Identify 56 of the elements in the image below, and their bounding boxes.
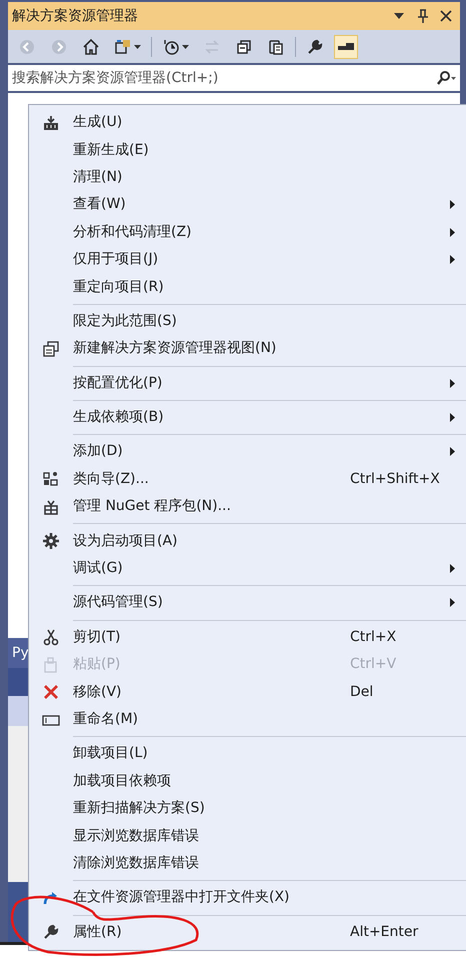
sync-arrows-icon — [203, 38, 221, 56]
menu-item[interactable]: 加载项目依赖项 — [29, 768, 466, 795]
caret-icon — [182, 44, 189, 48]
menu-item[interactable]: 重定向项目(R) — [29, 273, 466, 301]
menu-item[interactable]: 限定为此范围(S) — [29, 308, 466, 336]
scissors-icon — [42, 628, 60, 646]
menu-item[interactable]: 重新扫描解决方案(S) — [29, 794, 466, 822]
menu-item[interactable]: 分析和代码清理(Z) — [29, 218, 466, 246]
package-icon — [42, 498, 60, 516]
side-tab[interactable]: Py — [8, 638, 28, 668]
collapse-icon — [235, 38, 253, 56]
folder-sync-icon — [114, 38, 132, 56]
menu-item[interactable]: 清除浏览数据库错误 — [29, 850, 466, 878]
menu-item[interactable]: 仅用于项目(J) — [29, 246, 466, 274]
home-icon — [82, 38, 100, 56]
menu-item[interactable]: 移除(V) Del — [29, 678, 466, 706]
copy-pages-icon — [267, 38, 285, 56]
close-icon[interactable] — [440, 10, 452, 22]
menu-item[interactable]: 生成依赖项(B) — [29, 404, 466, 432]
menu-item[interactable]: 查看(W) — [29, 191, 466, 219]
gear-icon — [42, 532, 60, 550]
menu-item[interactable]: 剪切(T) Ctrl+X — [29, 624, 466, 652]
class-wizard-icon — [42, 470, 60, 488]
search-field[interactable]: 搜索解决方案资源管理器(Ctrl+;) — [8, 65, 460, 91]
cross-icon — [42, 683, 60, 702]
forward-icon — [50, 38, 68, 56]
menu-item[interactable]: 清理(N) — [29, 164, 466, 192]
new-view-icon — [42, 340, 60, 358]
menu-item[interactable]: 卸载项目(L) — [29, 740, 466, 768]
menu-item[interactable]: 按配置优化(P) — [29, 370, 466, 397]
menu-item[interactable]: 生成(U) — [29, 109, 466, 136]
back-icon — [18, 38, 36, 56]
clock-icon — [162, 38, 180, 56]
menu-item[interactable]: 源代码管理(S) — [29, 589, 466, 617]
panel-strip — [8, 668, 28, 696]
menu-item[interactable]: 在文件资源管理器中打开文件夹(X) — [29, 884, 466, 912]
caret-icon — [134, 44, 141, 48]
build-icon — [42, 114, 60, 132]
menu-item[interactable]: 属性(R) Alt+Enter — [29, 918, 466, 946]
wrench-icon — [42, 923, 60, 942]
menu-item[interactable]: 管理 NuGet 程序包(N)... — [29, 493, 466, 520]
wrench-icon — [306, 38, 324, 56]
pin-icon[interactable] — [418, 9, 428, 23]
menu-item[interactable]: 重命名(M) — [29, 706, 466, 734]
menu-item[interactable]: 显示浏览数据库错误 — [29, 822, 466, 850]
menu-item[interactable]: 添加(D) — [29, 438, 466, 466]
toolbar-button[interactable] — [334, 34, 358, 58]
window-title: 解决方案资源管理器 — [12, 6, 139, 26]
menu-item[interactable]: 调试(G) — [29, 554, 466, 582]
dropdown-caret-icon[interactable] — [394, 13, 404, 19]
search-icon[interactable] — [436, 71, 456, 85]
preview-bar-icon — [338, 43, 354, 50]
menu-item[interactable]: 类向导(Z)... Ctrl+Shift+X — [29, 466, 466, 494]
menu-item[interactable]: 设为启动项目(A) — [29, 527, 466, 555]
menu-item[interactable]: 重新生成(E) — [29, 136, 466, 164]
menu-item[interactable]: 新建解决方案资源管理器视图(N) — [29, 335, 466, 363]
